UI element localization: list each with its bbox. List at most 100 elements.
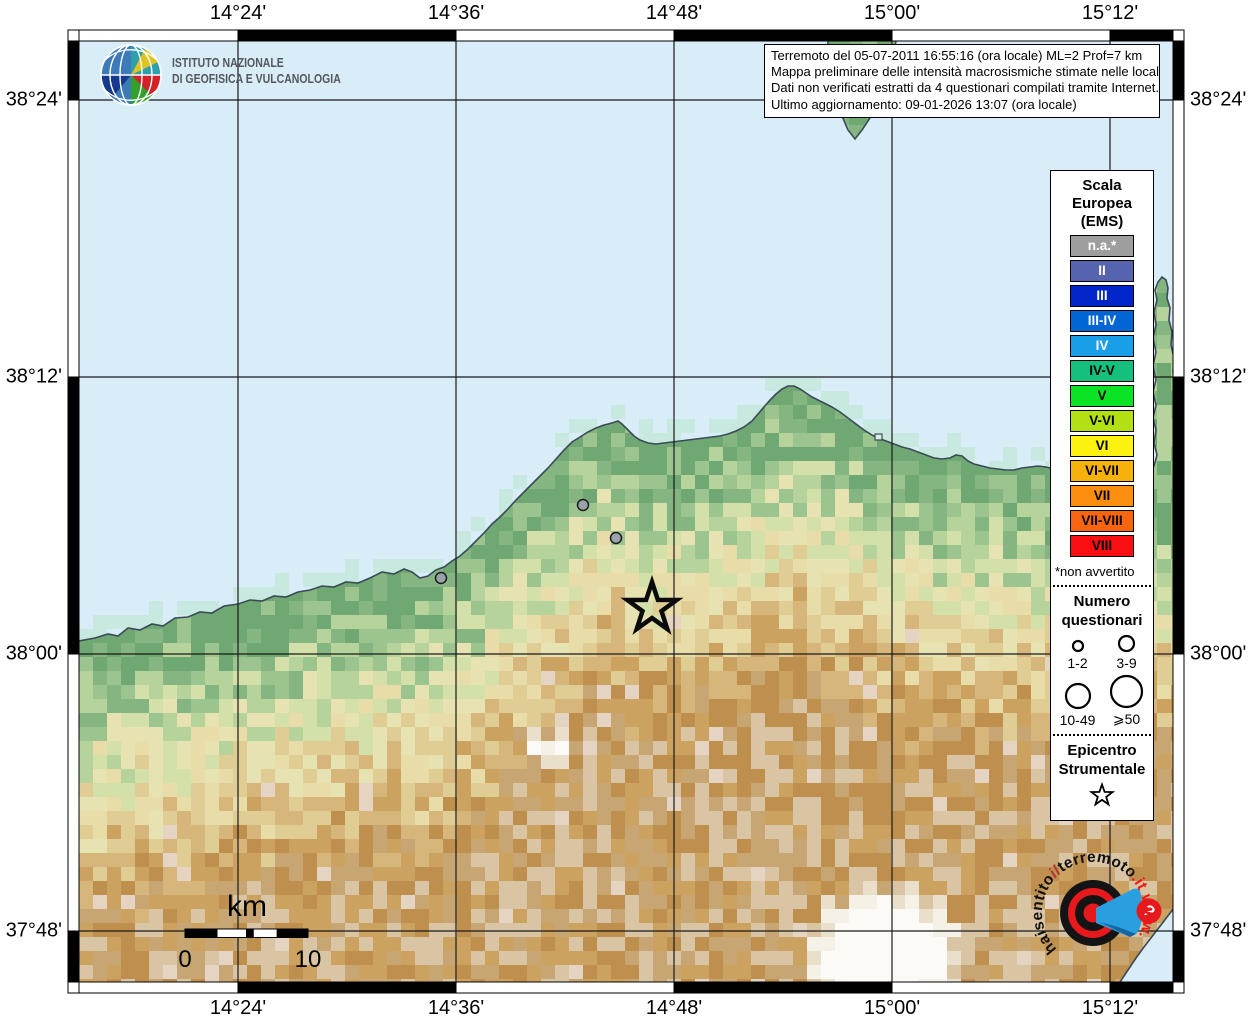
intensity-swatch-vii-viii: VII-VIII — [1070, 510, 1134, 532]
frame-segment — [673, 29, 893, 42]
frame-corner — [67, 981, 80, 994]
epicenter-title-line2: Strumentale — [1058, 761, 1146, 778]
frame-segment — [455, 981, 675, 994]
frame-segment — [1172, 376, 1185, 655]
questionnaire-class-3: ⩾50 — [1102, 673, 1151, 728]
frame-segment — [673, 981, 893, 994]
frame-segment — [67, 40, 80, 101]
frame-segment — [1172, 40, 1185, 101]
legend-title-line2: Europea — [1071, 195, 1132, 212]
scale-bar-segment — [276, 928, 309, 938]
scale-bar-segment — [252, 928, 278, 938]
intensity-swatch-v: V — [1070, 385, 1134, 407]
frame-segment — [1172, 930, 1185, 983]
small-islet — [874, 433, 883, 441]
frame-segment — [891, 29, 1111, 42]
info-line-2: Mappa preliminare delle intensità macros… — [771, 64, 1160, 80]
info-line-3: Dati non verificati estratti da 4 questi… — [771, 80, 1160, 96]
frame-segment — [891, 981, 1111, 994]
intensity-swatch-iii-iv: III-IV — [1070, 310, 1134, 332]
survey-point — [434, 571, 448, 585]
axis-label-lon-top-3: 15°00' — [863, 2, 921, 24]
intensity-swatch-n-a-: n.a.* — [1070, 235, 1134, 257]
intensity-swatch-iv: IV — [1070, 335, 1134, 357]
intensity-swatch-v-vi: V-VI — [1070, 410, 1134, 432]
intensity-swatch-vii: VII — [1070, 485, 1134, 507]
survey-point — [576, 498, 590, 512]
axis-label-lat-right-2: 38°00' — [1190, 642, 1247, 665]
axis-label-lon-bottom-0: 14°24' — [209, 997, 267, 1019]
axis-label-lat-right-0: 38°24' — [1190, 88, 1247, 111]
ingv-title: ISTITUTO NAZIONALE DI GEOFISICA E VULCAN… — [172, 56, 341, 87]
axis-label-lat-left-0: 38°24' — [5, 88, 62, 111]
questionnaire-title-line1: Numero — [1073, 593, 1131, 610]
questionnaire-class-0: 1-2 — [1053, 633, 1102, 671]
questionnaire-circle-icon — [1109, 674, 1144, 709]
questionnaire-class-label: 1-2 — [1067, 655, 1088, 671]
questionnaire-class-label: 3-9 — [1116, 655, 1137, 671]
questionnaire-circle-icon — [1117, 634, 1136, 653]
frame-segment — [455, 29, 675, 42]
legend-divider-2 — [1053, 734, 1151, 736]
axis-label-lat-left-2: 38°00' — [5, 642, 62, 665]
questionnaire-class-label: 10-49 — [1059, 712, 1096, 728]
axis-label-lon-top-0: 14°24' — [209, 2, 267, 24]
questionnaire-circle-icon — [1064, 682, 1091, 710]
axis-label-lon-top-4: 15°12' — [1081, 2, 1139, 24]
intensity-swatch-ii: II — [1070, 260, 1134, 282]
questionnaire-class-1: 3-9 — [1102, 633, 1151, 671]
axis-label-lat-left-1: 38°12' — [5, 365, 62, 388]
legend-footnote: *non avvertito — [1055, 564, 1135, 579]
epicenter-star-icon — [1088, 781, 1116, 807]
frame-segment — [67, 930, 80, 983]
epicenter-section-title: Epicentro Strumentale — [1051, 741, 1153, 779]
ingv-globe-icon — [100, 44, 162, 106]
intensity-swatch-vi-vii: VI-VII — [1070, 460, 1134, 482]
intensity-scale: n.a.* II III III-IV IV IV-V V V-VI VI VI-VII VII VI… — [1051, 235, 1153, 557]
axis-label-lon-top-2: 14°48' — [645, 2, 703, 24]
axis-label-lon-top-1: 14°36' — [427, 2, 485, 24]
ingv-title-line1: ISTITUTO NAZIONALE — [172, 56, 284, 70]
info-line-1: Terremoto del 05-07-2011 16:55:16 (ora l… — [771, 48, 1143, 63]
ingv-logo: ISTITUTO NAZIONALE DI GEOFISICA E VULCAN… — [98, 42, 428, 110]
epicenter-title-line1: Epicentro — [1067, 742, 1137, 759]
legend-divider-1 — [1053, 585, 1151, 587]
frame-segment — [67, 376, 80, 655]
frame-segment — [237, 981, 457, 994]
frame-segment — [1109, 29, 1174, 42]
frame-segment — [78, 981, 239, 994]
questionnaire-title-line2: questionari — [1061, 612, 1143, 629]
axis-label-lat-left-3: 37°48' — [5, 919, 62, 942]
info-line-4: Ultimo aggiornamento: 09-01-2026 13:07 (… — [771, 96, 1077, 112]
axis-label-lat-right-1: 38°12' — [1190, 365, 1247, 388]
questionnaire-circle-icon — [1071, 639, 1084, 653]
frame-segment — [78, 29, 239, 42]
scale-bar-segment — [246, 928, 254, 938]
intensity-swatch-viii: VIII — [1070, 535, 1134, 557]
questionnaire-classes: 1-2 3-9 10-49 ⩾50 — [1053, 633, 1151, 728]
intensity-swatch-iv-v: IV-V — [1070, 360, 1134, 382]
legend-title: Scala Europea (EMS) — [1051, 177, 1153, 231]
frame-corner — [67, 29, 80, 42]
frame-segment — [67, 99, 80, 378]
frame-corner — [1172, 981, 1185, 994]
questionnaire-class-2: 10-49 — [1053, 673, 1102, 728]
frame-segment — [1172, 653, 1185, 932]
epicenter-legend-symbol — [1051, 781, 1153, 812]
axis-label-lon-bottom-3: 15°00' — [863, 997, 921, 1019]
scale-bar-end-label: 10 — [295, 946, 322, 973]
axis-label-lon-bottom-4: 15°12' — [1081, 997, 1139, 1019]
intensity-swatch-vi: VI — [1070, 435, 1134, 457]
legend-box: Scala Europea (EMS) n.a.* II III III-IV IV IV… — [1050, 170, 1154, 821]
frame-corner — [1172, 29, 1185, 42]
ingv-title-line2: DI GEOFISICA E VULCANOLOGIA — [172, 71, 341, 86]
frame-segment — [67, 653, 80, 932]
frame-segment — [1172, 99, 1185, 378]
legend-title-line1: Scala — [1082, 177, 1122, 194]
info-box: Terremoto del 05-07-2011 16:55:16 (ora l… — [764, 44, 1160, 118]
macroseismic-map-page: km 0 10? haisentitoilterremoto.it www. 14°2… — [0, 0, 1254, 1024]
survey-point — [609, 531, 623, 545]
scale-bar-segment — [184, 928, 218, 938]
questionnaire-title: Numero questionari — [1051, 592, 1153, 630]
axis-label-lon-bottom-1: 14°36' — [427, 997, 485, 1019]
